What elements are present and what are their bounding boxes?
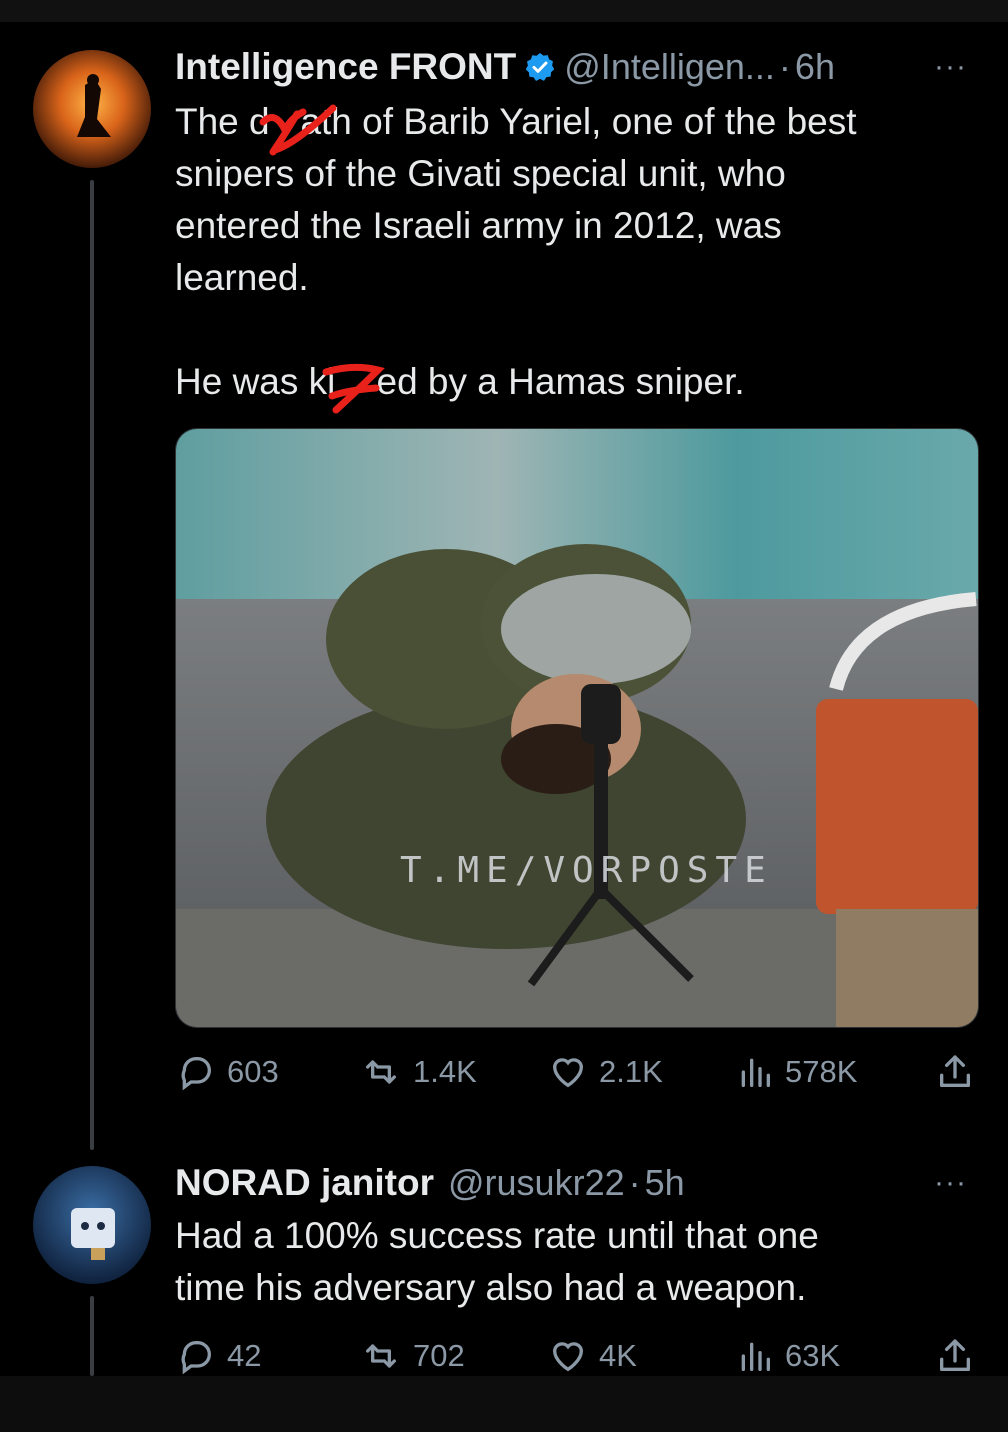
red-scribble-mark [322, 363, 385, 414]
tweet1-body-line: He was ki ed by a Hamas sniper. [175, 361, 745, 402]
tweet2-more-icon[interactable]: ··· [934, 1166, 967, 1200]
like-button[interactable]: 2.1K [547, 1052, 663, 1092]
tweet2-header: NORAD janitor @rusukr22 · 5h [175, 1162, 685, 1204]
media-watermark: T.ME/VORPOSTE [400, 850, 773, 891]
views-count: 63K [785, 1338, 841, 1373]
share-button[interactable] [935, 1052, 985, 1092]
reply-count: 603 [227, 1054, 279, 1089]
retweet-button[interactable]: 1.4K [359, 1052, 477, 1092]
retweet-button[interactable]: 702 [359, 1336, 465, 1376]
tweet2-timestamp[interactable]: 5h [645, 1162, 685, 1204]
tweet2-handle[interactable]: @rusukr22 [448, 1162, 625, 1204]
tweet1-separator: · [778, 46, 791, 87]
reply-button[interactable]: 42 [175, 1336, 261, 1376]
tweet2-action-bar: 42 702 4K 63K [175, 1336, 975, 1376]
retweet-count: 702 [413, 1338, 465, 1373]
retweet-icon [366, 1344, 396, 1368]
avatar-intelligence-front[interactable] [33, 50, 151, 168]
heart-icon [552, 1058, 584, 1088]
views-button[interactable]: 578K [735, 1052, 857, 1092]
retweet-count: 1.4K [413, 1054, 477, 1089]
tweet1-display-name[interactable]: Intelligence FRONT [175, 46, 516, 88]
views-button[interactable]: 63K [735, 1336, 840, 1376]
tweet1-header: Intelligence FRONT @Intelligen... · 6h [175, 46, 835, 88]
tweet1-handle[interactable]: @Intelligen... [564, 46, 775, 88]
views-chart-icon [741, 1058, 770, 1087]
thread-connector-line [90, 180, 94, 1150]
share-icon [940, 1055, 970, 1087]
share-icon [940, 1339, 970, 1371]
retweet-icon [366, 1060, 396, 1084]
tweet1-media-photo[interactable] [175, 428, 979, 1028]
reply-button[interactable]: 603 [175, 1052, 279, 1092]
red-scribble-mark [259, 104, 337, 156]
reply-icon [181, 1341, 211, 1375]
share-button[interactable] [935, 1336, 985, 1376]
top-status-strip [0, 0, 1008, 22]
reply-count: 42 [227, 1338, 262, 1373]
tweet2-body: Had a 100% success rate until that one t… [175, 1210, 955, 1314]
like-count: 2.1K [599, 1054, 663, 1089]
tweet2-separator: · [628, 1162, 641, 1203]
views-count: 578K [785, 1054, 858, 1089]
tweet1-action-bar: 603 1.4K 2.1K 578K [175, 1052, 975, 1092]
like-count: 4K [599, 1338, 637, 1373]
tweet1-body-line: entered the Israeli army in 2012, was [175, 205, 782, 246]
verified-badge-icon [525, 53, 555, 81]
tweet2-display-name[interactable]: NORAD janitor [175, 1162, 434, 1204]
avatar-norad-janitor[interactable] [33, 1166, 151, 1284]
like-button[interactable]: 4K [547, 1336, 637, 1376]
tweet2-body-line: time his adversary also had a weapon. [175, 1267, 807, 1308]
reply-icon [181, 1057, 211, 1091]
tweet1-more-icon[interactable]: ··· [934, 50, 967, 84]
views-chart-icon [741, 1342, 770, 1371]
tweet1-timestamp[interactable]: 6h [795, 46, 835, 88]
heart-icon [552, 1342, 584, 1372]
bottom-strip [0, 1376, 1008, 1432]
tweet1-body-line: learned. [175, 257, 309, 298]
tweet2-body-line: Had a 100% success rate until that one [175, 1215, 819, 1256]
thread-connector-line [90, 1296, 94, 1376]
